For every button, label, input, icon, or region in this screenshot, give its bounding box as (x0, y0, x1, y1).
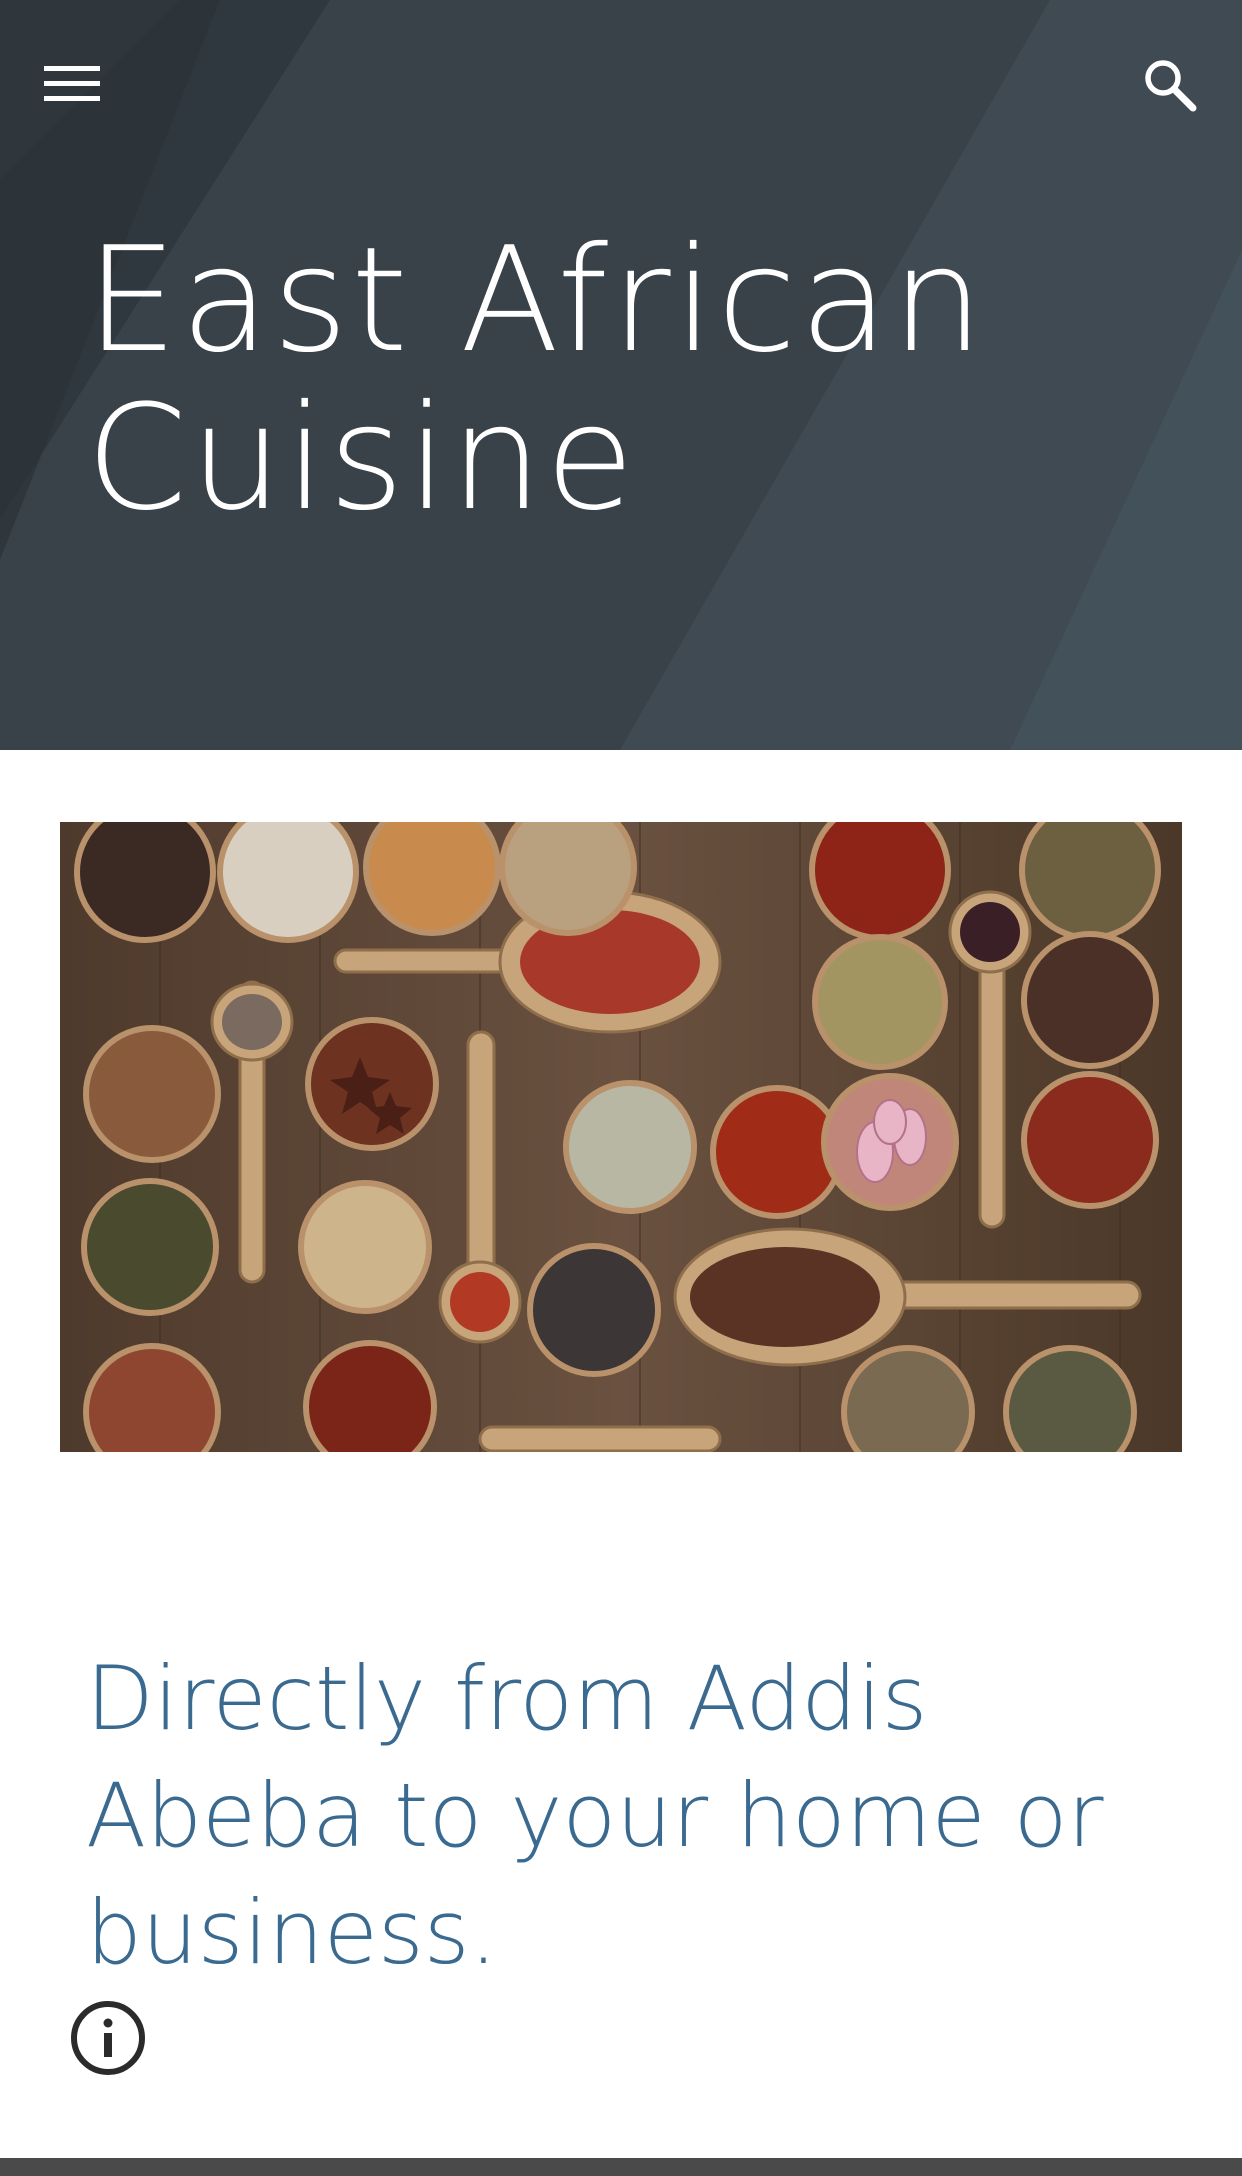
bottom-bar (0, 2158, 1242, 2176)
spices-image (60, 822, 1182, 1452)
site-header: East African Cuisine (0, 0, 1242, 750)
search-icon (1145, 60, 1197, 112)
site-title: East African Cuisine (86, 216, 987, 543)
search-button[interactable] (1135, 50, 1203, 118)
tagline: Directly from Addis Abeba to your home o… (86, 1647, 1104, 1984)
hamburger-menu-icon (44, 66, 100, 101)
page: East African Cuisine Directly from Addis… (0, 0, 1242, 2176)
info-button[interactable] (68, 1998, 148, 2078)
menu-button[interactable] (38, 50, 106, 118)
info-icon (71, 2001, 145, 2075)
spices-illustration (60, 822, 1182, 1452)
